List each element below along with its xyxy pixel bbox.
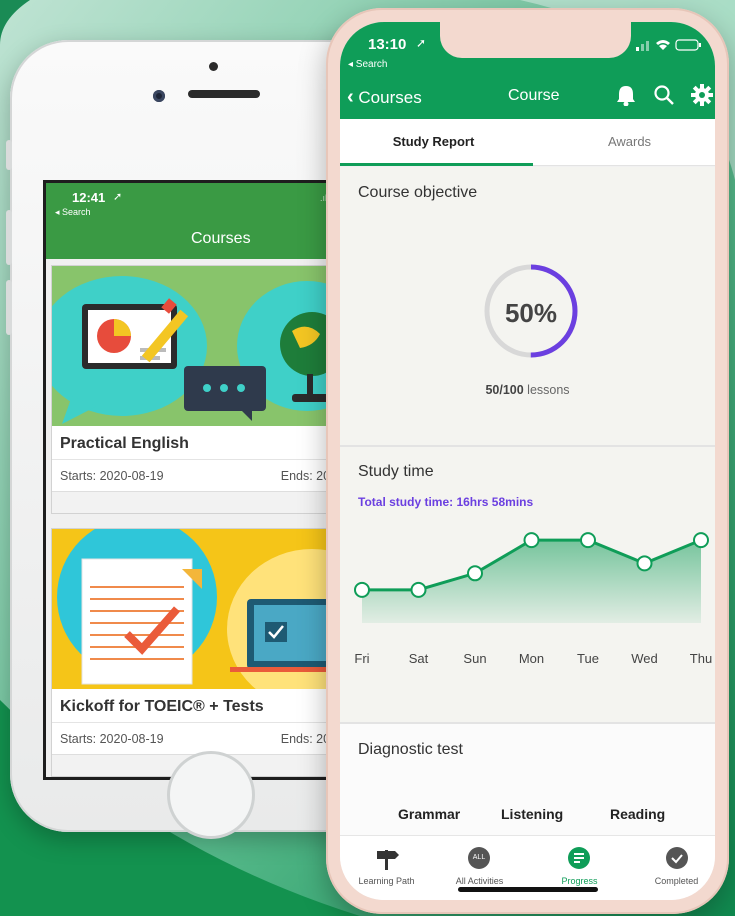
data-point-sun[interactable] bbox=[467, 565, 483, 582]
data-point-mon[interactable] bbox=[523, 532, 540, 549]
progress-ring: 50% bbox=[484, 264, 578, 358]
status-time: 13:10 bbox=[368, 36, 407, 53]
course-thumbnail bbox=[52, 266, 344, 426]
back-to-search-link[interactable]: ◂ Search bbox=[55, 207, 91, 218]
course-thumbnail bbox=[52, 529, 344, 689]
proximity-sensor bbox=[209, 62, 218, 71]
diagnostic-column-grammar: Grammar bbox=[398, 806, 461, 822]
status-icons bbox=[636, 39, 701, 51]
back-button-label: Courses bbox=[358, 88, 422, 107]
nav-label: Learning Path bbox=[358, 876, 415, 886]
x-tick-label-thu: Thu bbox=[690, 651, 712, 666]
search-icon[interactable] bbox=[653, 84, 675, 106]
front-phone-screen: 13:10 ➚ ◂ Search ‹ Courses Course Study … bbox=[340, 22, 715, 900]
page-title: Courses bbox=[191, 230, 251, 247]
study-time-chart: Fri Sat Sun Mon Tue Wed Thu bbox=[354, 532, 712, 666]
diagnostic-column-reading: Reading bbox=[610, 806, 666, 822]
front-phone: 13:10 ➚ ◂ Search ‹ Courses Course Study … bbox=[326, 8, 729, 914]
checklist-illustration bbox=[52, 529, 344, 689]
x-tick-label-mon: Mon bbox=[519, 651, 544, 666]
nav-label: All Activities bbox=[455, 876, 504, 886]
front-camera bbox=[153, 90, 165, 102]
app-header: 13:10 ➚ ◂ Search ‹ Courses Course bbox=[340, 22, 715, 119]
course-dates: Starts: 2020-08-19 Ends: 2021 bbox=[52, 460, 344, 491]
data-point-tue[interactable] bbox=[580, 532, 596, 549]
study-time-area bbox=[362, 540, 701, 623]
x-tick-label-wed: Wed bbox=[631, 651, 658, 666]
progress-icon bbox=[568, 847, 590, 869]
tab-bar: Study Report Awards bbox=[340, 119, 715, 166]
active-tab-indicator bbox=[340, 163, 533, 166]
home-indicator bbox=[458, 887, 598, 892]
nav-progress[interactable]: Progress bbox=[533, 836, 626, 891]
page-title: Course bbox=[508, 87, 560, 104]
diagnostic-column-listening: Listening bbox=[501, 806, 564, 822]
mute-switch bbox=[6, 140, 12, 170]
lessons-completed: 50/100 bbox=[485, 383, 524, 397]
status-bar: 12:41 ➚ ◂ Search .ıl bbox=[46, 183, 350, 223]
bell-icon[interactable] bbox=[616, 84, 636, 106]
volume-down-button bbox=[6, 280, 12, 335]
lessons-summary: 50/100 lessons bbox=[340, 383, 715, 397]
study-time-section: Study time Total study time: 16hrs 58min… bbox=[340, 447, 715, 723]
x-tick-label-sun: Sun bbox=[463, 651, 486, 666]
course-start-date: Starts: 2020-08-19 bbox=[60, 469, 164, 483]
course-card-kickoff-toeic[interactable]: Kickoff for TOEIC® + Tests Starts: 2020-… bbox=[51, 528, 345, 777]
course-card-practical-english[interactable]: Practical English Starts: 2020-08-19 End… bbox=[51, 265, 345, 514]
status-time: 12:41 bbox=[72, 190, 106, 205]
check-icon bbox=[666, 847, 688, 869]
signpost-icon bbox=[377, 850, 399, 870]
nav-label: Progress bbox=[561, 876, 598, 886]
section-title: Course objective bbox=[358, 184, 478, 201]
presentation-illustration bbox=[52, 266, 344, 426]
course-dates: Starts: 2020-08-19 Ends: 2021 bbox=[52, 723, 344, 754]
nav-label: Completed bbox=[654, 876, 699, 886]
back-button[interactable]: ‹ Courses bbox=[347, 86, 422, 109]
volume-up-button bbox=[6, 210, 12, 265]
nav-completed[interactable]: Completed bbox=[630, 836, 715, 891]
navigation-bar: Courses ⋮ bbox=[46, 223, 350, 259]
nav-learning-path[interactable]: Learning Path bbox=[340, 836, 433, 891]
course-start-date: Starts: 2020-08-19 bbox=[60, 732, 164, 746]
course-title: Kickoff for TOEIC® + Tests bbox=[60, 698, 264, 715]
tab-awards[interactable]: Awards bbox=[536, 134, 715, 149]
diagnostic-test-section: Diagnostic test Grammar Listening Readin… bbox=[340, 724, 715, 835]
chevron-left-icon: ‹ bbox=[347, 86, 354, 108]
course-card-footer bbox=[52, 491, 344, 513]
data-point-wed[interactable] bbox=[636, 555, 653, 572]
course-objective-section: Course objective 50% 50/100 lessons bbox=[340, 167, 715, 446]
lessons-suffix: lessons bbox=[523, 383, 570, 397]
x-tick-label-tue: Tue bbox=[577, 651, 599, 666]
gear-icon[interactable] bbox=[691, 84, 713, 106]
earpiece-speaker bbox=[188, 90, 260, 98]
x-tick-label-sat: Sat bbox=[409, 651, 429, 666]
course-title: Practical English bbox=[60, 435, 189, 452]
all-icon: ALL bbox=[468, 847, 490, 869]
data-point-fri[interactable] bbox=[354, 581, 370, 598]
tab-study-report[interactable]: Study Report bbox=[340, 134, 527, 149]
nav-all-activities[interactable]: ALL All Activities bbox=[433, 836, 526, 891]
x-tick-label-fri: Fri bbox=[354, 651, 369, 666]
location-arrow-icon: ➚ bbox=[113, 191, 123, 203]
device-notch bbox=[440, 22, 631, 58]
home-button[interactable] bbox=[167, 751, 255, 839]
location-arrow-icon: ➚ bbox=[416, 36, 427, 50]
data-point-sat[interactable] bbox=[410, 581, 427, 598]
back-to-search-link[interactable]: ◂ Search bbox=[348, 59, 387, 70]
back-phone-screen: 12:41 ➚ ◂ Search .ıl Courses ⋮ bbox=[43, 180, 353, 780]
data-point-thu[interactable] bbox=[693, 532, 709, 549]
progress-percent: 50% bbox=[505, 298, 557, 328]
section-title: Diagnostic test bbox=[358, 741, 463, 758]
